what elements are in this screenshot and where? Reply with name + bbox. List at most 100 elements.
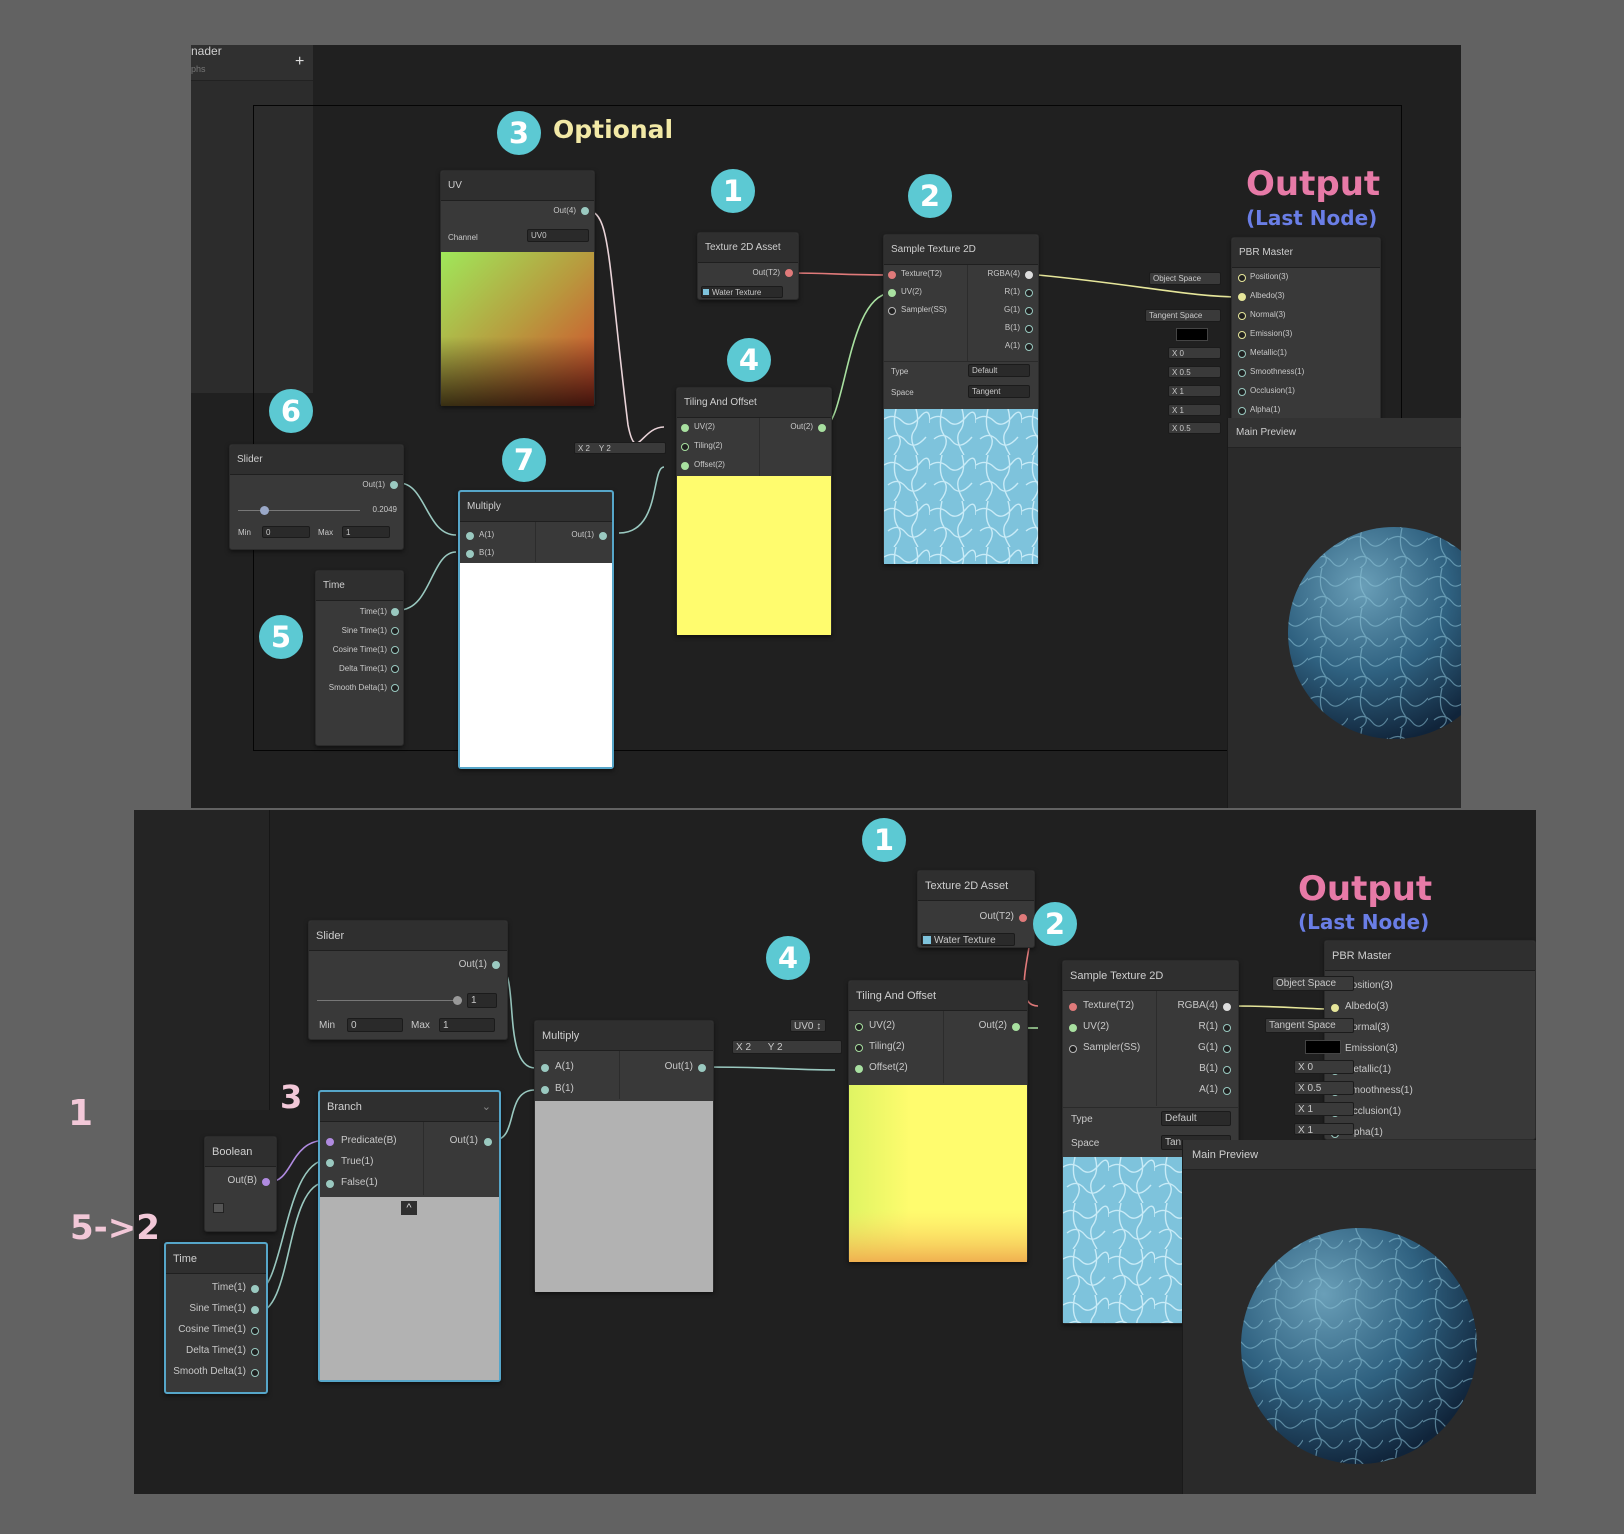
- emission-color-swatch-bottom[interactable]: [1305, 1040, 1341, 1054]
- time-out-cosine-port-bottom[interactable]: [251, 1327, 259, 1335]
- tiling-and-offset-node[interactable]: Tiling And Offset UV(2) Tiling(2) Offset…: [676, 387, 832, 635]
- sample-in-uv-port[interactable]: [888, 289, 896, 297]
- pbr-in-alpha-port[interactable]: [1238, 407, 1246, 415]
- boolean-out-port[interactable]: [262, 1178, 270, 1186]
- tiling-in-tiling-port[interactable]: [681, 443, 689, 451]
- top-shader-graph-canvas[interactable]: nader phs + UV Out(4) Channel UV0 Textur…: [191, 45, 1461, 808]
- sample-out-b-port[interactable]: [1025, 325, 1033, 333]
- time-node[interactable]: Time Time(1) Sine Time(1) Cosine Time(1)…: [315, 570, 404, 746]
- pbr-in-position-port[interactable]: [1238, 274, 1246, 282]
- branch-collapse-icon[interactable]: ⌄: [482, 1092, 491, 1122]
- time-out-time-port-bottom[interactable]: [251, 1285, 259, 1293]
- slider-track[interactable]: [238, 510, 360, 511]
- pbr-in-albedo-port[interactable]: [1238, 293, 1246, 301]
- tangent-space-field-bottom[interactable]: Tangent Space: [1265, 1018, 1354, 1033]
- occlusion-field[interactable]: X 1: [1168, 385, 1221, 397]
- texture-out-port[interactable]: [785, 269, 793, 277]
- metallic-field[interactable]: X 0: [1168, 347, 1221, 359]
- sample-out-g-port-bottom[interactable]: [1223, 1045, 1231, 1053]
- smoothness-field[interactable]: X 0.5: [1168, 366, 1221, 378]
- sample-out-rgba-port[interactable]: [1025, 271, 1033, 279]
- sample-out-g-port[interactable]: [1025, 307, 1033, 315]
- time-out-time-port[interactable]: [391, 608, 399, 616]
- texture-2d-asset-node[interactable]: Texture 2D Asset Out(T2) Water Texture: [697, 232, 799, 300]
- uv-channel-dropdown[interactable]: UV0: [527, 229, 589, 242]
- main-preview-panel-bottom[interactable]: Main Preview: [1182, 1140, 1536, 1494]
- alpha-field[interactable]: X 1: [1168, 404, 1221, 416]
- alpha-clip-field[interactable]: X 0.5: [1168, 422, 1221, 434]
- pbr-master-node-bottom[interactable]: PBR Master Position(3) Albedo(3) Normal(…: [1324, 940, 1536, 1140]
- boolean-node[interactable]: Boolean Out(B): [204, 1136, 277, 1232]
- texture-2d-asset-node-bottom[interactable]: Texture 2D Asset Out(T2) Water Texture: [917, 870, 1035, 948]
- sample-type-dropdown[interactable]: Default: [968, 364, 1030, 377]
- tiling-x-value-bottom[interactable]: X 2: [736, 1042, 751, 1053]
- tiling-and-offset-node-bottom[interactable]: Tiling And Offset UV(2) Tiling(2) Offset…: [848, 980, 1028, 1262]
- slider-handle-bottom[interactable]: [453, 996, 462, 1005]
- branch-in-predicate-port[interactable]: [326, 1138, 334, 1146]
- slider-max-field[interactable]: 1: [342, 526, 390, 538]
- multiply-node[interactable]: Multiply A(1) B(1) Out(1): [458, 490, 614, 769]
- pbr-in-occlusion-port[interactable]: [1238, 388, 1246, 396]
- time-out-cosine-port[interactable]: [391, 646, 399, 654]
- slider-value[interactable]: 0.2049: [373, 505, 397, 514]
- pbr-in-albedo-port-bottom[interactable]: [1331, 1004, 1339, 1012]
- tiling-out-port[interactable]: [818, 424, 826, 432]
- pbr-master-node[interactable]: PBR Master Position(3) Albedo(3) Normal(…: [1231, 237, 1381, 427]
- occlusion-field-bottom[interactable]: X 1: [1294, 1102, 1354, 1116]
- object-space-field-bottom[interactable]: Object Space: [1272, 976, 1354, 991]
- metallic-field-bottom[interactable]: X 0: [1294, 1060, 1354, 1074]
- branch-in-false-port[interactable]: [326, 1180, 334, 1188]
- tiling-xy-field-bottom[interactable]: X 2 Y 2: [732, 1040, 842, 1054]
- pbr-in-normal-port[interactable]: [1238, 312, 1246, 320]
- slider-out-port-bottom[interactable]: [492, 961, 500, 969]
- alpha-field-bottom[interactable]: X 1: [1294, 1123, 1354, 1135]
- multiply-in-a-port-bottom[interactable]: [541, 1064, 549, 1072]
- boolean-checkbox[interactable]: [213, 1203, 224, 1213]
- tiling-y-value[interactable]: Y 2: [599, 444, 611, 453]
- slider-max-field-bottom[interactable]: 1: [439, 1018, 495, 1032]
- multiply-in-b-port[interactable]: [466, 550, 474, 558]
- emission-color-swatch[interactable]: [1176, 328, 1208, 341]
- slider-min-field-bottom[interactable]: 0: [347, 1018, 403, 1032]
- collapse-preview-icon[interactable]: ^: [401, 1201, 417, 1215]
- sample-out-b-port-bottom[interactable]: [1223, 1066, 1231, 1074]
- sample-in-sampler-port[interactable]: [888, 307, 896, 315]
- branch-node[interactable]: Branch ⌄ Predicate(B) True(1) False(1) Ou…: [318, 1090, 501, 1382]
- tiling-in-tiling-port-bottom[interactable]: [855, 1044, 863, 1052]
- pbr-in-smoothness-port[interactable]: [1238, 369, 1246, 377]
- multiply-node-bottom[interactable]: Multiply A(1) B(1) Out(1): [534, 1020, 714, 1292]
- tiling-in-offset-port[interactable]: [681, 462, 689, 470]
- water-texture-field[interactable]: Water Texture: [701, 286, 783, 298]
- sample-type-dropdown-bottom[interactable]: Default: [1161, 1111, 1231, 1126]
- tiling-in-offset-port-bottom[interactable]: [855, 1065, 863, 1073]
- time-node-bottom[interactable]: Time Time(1) Sine Time(1) Cosine Time(1)…: [164, 1242, 268, 1394]
- add-property-button[interactable]: +: [295, 53, 304, 71]
- multiply-out-port-bottom[interactable]: [698, 1064, 706, 1072]
- time-out-smooth-port-bottom[interactable]: [251, 1369, 259, 1377]
- sample-out-a-port-bottom[interactable]: [1223, 1087, 1231, 1095]
- tiling-in-uv-port-bottom[interactable]: [855, 1023, 863, 1031]
- uv-node[interactable]: UV Out(4) Channel UV0: [440, 170, 595, 406]
- time-out-sine-port[interactable]: [391, 627, 399, 635]
- tiling-out-port-bottom[interactable]: [1012, 1023, 1020, 1031]
- multiply-in-b-port-bottom[interactable]: [541, 1086, 549, 1094]
- slider-out-port[interactable]: [390, 481, 398, 489]
- slider-node-bottom[interactable]: Slider Out(1) 1 Min 0 Max 1: [308, 920, 508, 1040]
- time-out-smooth-port[interactable]: [391, 684, 399, 692]
- branch-out-port[interactable]: [484, 1138, 492, 1146]
- time-out-delta-port-bottom[interactable]: [251, 1348, 259, 1356]
- slider-value-bottom[interactable]: 1: [467, 993, 497, 1008]
- sample-in-sampler-port-bottom[interactable]: [1069, 1045, 1077, 1053]
- slider-handle[interactable]: [260, 506, 269, 515]
- sample-texture-2d-node[interactable]: Sample Texture 2D Texture(T2) UV(2) Samp…: [883, 234, 1039, 564]
- bottom-shader-graph-canvas[interactable]: Slider Out(1) 1 Min 0 Max 1 Multiply A(1…: [134, 810, 1536, 1494]
- pbr-in-metallic-port[interactable]: [1238, 350, 1246, 358]
- sample-in-uv-port-bottom[interactable]: [1069, 1024, 1077, 1032]
- time-out-sine-port-bottom[interactable]: [251, 1306, 259, 1314]
- slider-node[interactable]: Slider Out(1) 0.2049 Min 0 Max 1: [229, 444, 404, 550]
- sample-space-dropdown[interactable]: Tangent: [968, 385, 1030, 398]
- slider-min-field[interactable]: 0: [262, 526, 310, 538]
- sample-in-texture-port[interactable]: [888, 271, 896, 279]
- tiling-in-uv-port[interactable]: [681, 424, 689, 432]
- sample-out-a-port[interactable]: [1025, 343, 1033, 351]
